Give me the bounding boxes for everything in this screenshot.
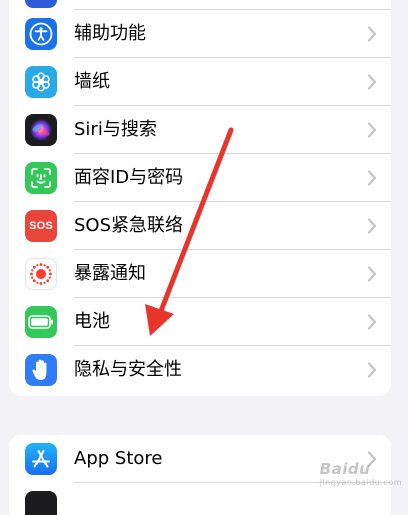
chevron-right-icon xyxy=(367,26,377,42)
settings-row-battery[interactable]: 电池 xyxy=(9,298,391,346)
chevron-right-icon xyxy=(367,218,377,234)
app-store-icon xyxy=(25,443,57,475)
accessibility-icon xyxy=(25,18,57,50)
settings-group-1: 辅助功能 墙纸 Siri与搜索 面容ID与密码 SOS SOS紧急联络 暴露通知… xyxy=(9,0,391,396)
settings-row-label: SOS紧急联络 xyxy=(74,215,184,236)
wallpaper-flower-icon xyxy=(25,66,57,98)
settings-row-label: 电池 xyxy=(74,311,110,332)
settings-row-wallpaper[interactable]: 墙纸 xyxy=(9,58,391,106)
settings-row-exposure-notifications[interactable]: 暴露通知 xyxy=(9,250,391,298)
sos-icon: SOS xyxy=(25,210,57,242)
settings-row-privacy-security[interactable]: 隐私与安全性 xyxy=(9,346,391,394)
watermark-logo: Baidu jingyan.baidu.com xyxy=(320,460,402,487)
settings-row-label: 隐私与安全性 xyxy=(74,359,182,380)
settings-row-emergency-sos[interactable]: SOS SOS紧急联络 xyxy=(9,202,391,250)
settings-row-face-id[interactable]: 面容ID与密码 xyxy=(9,154,391,202)
exposure-notification-icon xyxy=(25,258,57,290)
settings-row-label: 辅助功能 xyxy=(74,23,146,44)
settings-row-label: 面容ID与密码 xyxy=(74,167,184,188)
watermark-text: Baidu xyxy=(319,460,371,478)
settings-row-accessibility[interactable]: 辅助功能 xyxy=(9,10,391,58)
privacy-hand-icon xyxy=(25,354,57,386)
chevron-right-icon xyxy=(367,122,377,138)
chevron-right-icon xyxy=(367,362,377,378)
chevron-right-icon xyxy=(367,266,377,282)
settings-row-label: 墙纸 xyxy=(74,71,110,92)
chevron-right-icon xyxy=(367,170,377,186)
siri-icon xyxy=(25,114,57,146)
watermark-subtext: jingyan.baidu.com xyxy=(319,478,402,487)
battery-icon xyxy=(25,306,57,338)
settings-row-siri[interactable]: Siri与搜索 xyxy=(9,106,391,154)
settings-row-partial[interactable] xyxy=(9,483,391,515)
settings-row-partial[interactable] xyxy=(9,0,391,10)
chevron-right-icon xyxy=(367,314,377,330)
settings-row-label: 暴露通知 xyxy=(74,263,146,284)
chevron-right-icon xyxy=(367,74,377,90)
face-id-icon xyxy=(25,162,57,194)
display-icon xyxy=(25,0,57,8)
settings-row-label: App Store xyxy=(74,448,163,469)
sos-icon-text: SOS xyxy=(29,220,53,232)
settings-row-label: Siri与搜索 xyxy=(74,119,157,140)
